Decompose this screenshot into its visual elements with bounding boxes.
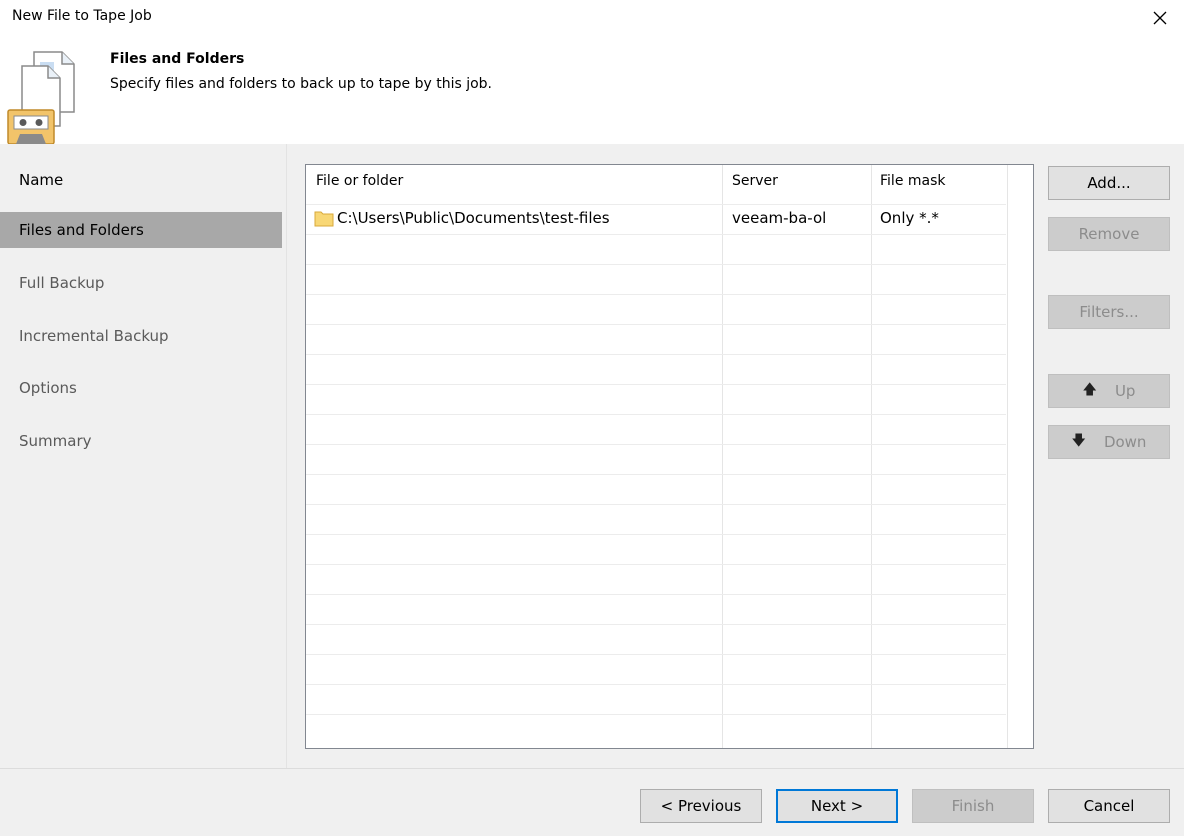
filters-button[interactable]: Filters... bbox=[1048, 295, 1170, 329]
row-gridline bbox=[306, 684, 1006, 685]
new-file-to-tape-job-window: New File to Tape Job Files and Folders S… bbox=[0, 0, 1184, 836]
file-to-tape-icon bbox=[7, 51, 75, 144]
column-header-server[interactable]: Server bbox=[732, 173, 778, 189]
column-divider bbox=[871, 165, 872, 748]
row-gridline bbox=[306, 444, 1006, 445]
wizard-steps-nav: Name Files and Folders Full Backup Incre… bbox=[0, 144, 286, 768]
row-gridline bbox=[306, 714, 1006, 715]
row-gridline bbox=[306, 564, 1006, 565]
close-button[interactable] bbox=[1144, 2, 1176, 34]
step-name[interactable]: Name bbox=[0, 162, 282, 198]
page-description: Specify files and folders to back up to … bbox=[110, 76, 492, 92]
files-table[interactable]: File or folder Server File mask C:\Users… bbox=[305, 164, 1034, 749]
finish-button[interactable]: Finish bbox=[912, 789, 1034, 823]
page-title: Files and Folders bbox=[110, 51, 245, 67]
cell-server: veeam-ba-ol bbox=[732, 209, 827, 227]
folder-icon bbox=[314, 211, 334, 227]
down-label: Down bbox=[1103, 433, 1147, 451]
remove-button[interactable]: Remove bbox=[1048, 217, 1170, 251]
row-gridline bbox=[306, 474, 1006, 475]
row-gridline bbox=[306, 234, 1006, 235]
row-gridline bbox=[306, 264, 1006, 265]
cancel-button[interactable]: Cancel bbox=[1048, 789, 1170, 823]
cell-path: C:\Users\Public\Documents\test-files bbox=[337, 209, 610, 227]
row-gridline bbox=[306, 354, 1006, 355]
window-title: New File to Tape Job bbox=[12, 8, 152, 24]
add-button[interactable]: Add... bbox=[1048, 166, 1170, 200]
column-divider bbox=[722, 165, 723, 748]
down-button[interactable]: 🡇 Down bbox=[1048, 425, 1170, 459]
up-button[interactable]: 🡅 Up bbox=[1048, 374, 1170, 408]
wizard-footer: < Previous Next > Finish Cancel bbox=[0, 768, 1184, 836]
step-incremental-backup[interactable]: Incremental Backup bbox=[0, 318, 282, 354]
arrow-up-icon: 🡅 bbox=[1082, 382, 1097, 398]
next-button[interactable]: Next > bbox=[776, 789, 898, 823]
row-gridline bbox=[306, 384, 1006, 385]
row-gridline bbox=[306, 654, 1006, 655]
wizard-header: Files and Folders Specify files and fold… bbox=[0, 36, 1184, 144]
row-gridline bbox=[306, 204, 1006, 205]
close-icon bbox=[1153, 11, 1167, 25]
arrow-down-icon: 🡇 bbox=[1071, 433, 1086, 449]
row-gridline bbox=[306, 504, 1006, 505]
column-divider bbox=[1007, 165, 1008, 748]
row-gridline bbox=[306, 414, 1006, 415]
row-gridline bbox=[306, 594, 1006, 595]
row-gridline bbox=[306, 534, 1006, 535]
step-options[interactable]: Options bbox=[0, 370, 282, 406]
row-gridline bbox=[306, 294, 1006, 295]
title-bar: New File to Tape Job bbox=[0, 0, 1184, 36]
step-files-and-folders[interactable]: Files and Folders bbox=[0, 212, 282, 248]
wizard-body: Name Files and Folders Full Backup Incre… bbox=[0, 144, 1184, 768]
wizard-content: File or folder Server File mask C:\Users… bbox=[287, 144, 1184, 768]
previous-button[interactable]: < Previous bbox=[640, 789, 762, 823]
column-header-file-mask[interactable]: File mask bbox=[880, 173, 946, 189]
cell-file-mask: Only *.* bbox=[880, 209, 939, 227]
up-label: Up bbox=[1114, 382, 1136, 400]
step-full-backup[interactable]: Full Backup bbox=[0, 265, 282, 301]
step-summary[interactable]: Summary bbox=[0, 423, 282, 459]
row-gridline bbox=[306, 324, 1006, 325]
row-gridline bbox=[306, 624, 1006, 625]
column-header-file-or-folder[interactable]: File or folder bbox=[316, 173, 403, 189]
